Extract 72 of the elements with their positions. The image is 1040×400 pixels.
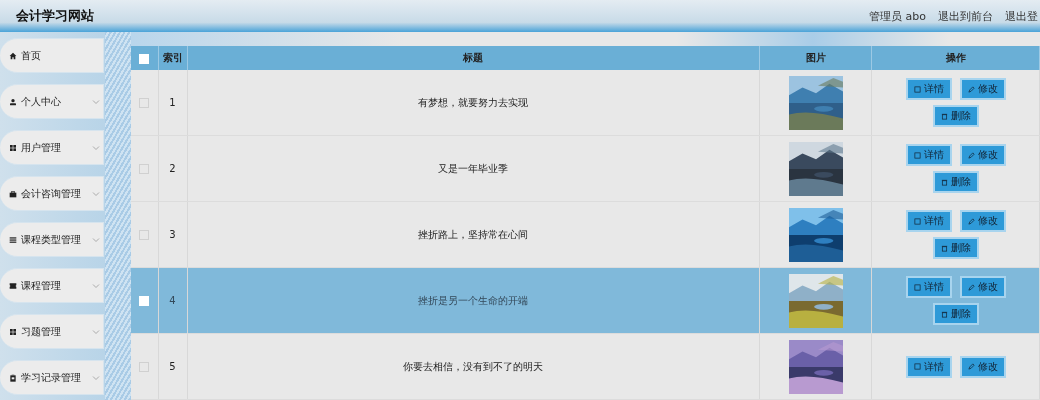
sidebar-item[interactable]: 课程管理 <box>0 268 104 303</box>
table-row[interactable]: 2 又是一年毕业季 详情 修改 删除 <box>131 135 1040 202</box>
action-button[interactable]: 修改 <box>959 210 1006 232</box>
table-row[interactable]: 3 挫折路上，坚持常在心间 详情 修改 删除 <box>131 201 1040 268</box>
pen-icon <box>967 283 975 291</box>
table-cell: 挫折路上，坚持常在心间 <box>187 201 760 268</box>
table-cell: 4 <box>158 267 187 334</box>
column-header: 操作 <box>871 46 1040 70</box>
trash-icon <box>940 310 948 318</box>
row-checkbox[interactable] <box>139 362 150 372</box>
action-button[interactable]: 删除 <box>932 105 979 127</box>
sidebar-item[interactable]: 首页 <box>0 38 104 73</box>
table-cell: 2 <box>158 135 187 202</box>
sidebar-item[interactable]: 学习记录管理 <box>0 360 104 395</box>
action-button[interactable]: 修改 <box>959 355 1006 378</box>
user-icon <box>9 97 17 106</box>
header-link[interactable]: 退出登 <box>1005 8 1038 24</box>
pen-icon <box>967 85 975 93</box>
action-button[interactable]: 详情 <box>905 210 952 232</box>
select-all-checkbox[interactable] <box>139 53 150 64</box>
list-icon <box>9 235 17 244</box>
table-cell: 5 <box>158 333 187 400</box>
column-header: 索引 <box>158 46 187 70</box>
sidebar-item[interactable]: 课程类型管理 <box>0 222 104 257</box>
trash-icon <box>940 112 948 120</box>
header-link[interactable]: 退出到前台 <box>938 8 993 24</box>
action-button[interactable]: 修改 <box>959 78 1006 100</box>
row-checkbox[interactable] <box>139 164 150 174</box>
document-icon <box>913 363 921 370</box>
document-icon <box>913 151 921 159</box>
clipboard-icon <box>9 373 17 382</box>
table-cell: 挫折是另一个生命的开端 <box>187 267 760 334</box>
grid-icon <box>9 143 17 152</box>
table-cell: 1 <box>158 70 187 136</box>
pen-icon <box>967 217 975 225</box>
action-button[interactable]: 详情 <box>905 276 952 298</box>
table-cell: 又是一年毕业季 <box>187 135 760 202</box>
table-cell: 你要去相信，没有到不了的明天 <box>187 333 760 400</box>
action-button[interactable]: 删除 <box>932 303 979 325</box>
trash-icon <box>940 178 948 186</box>
site-title: 会计学习网站 <box>16 7 94 25</box>
sidebar-item[interactable]: 会计咨询管理 <box>0 176 104 211</box>
pen-icon <box>967 363 975 370</box>
table-row[interactable]: 1 有梦想，就要努力去实现 详情 修改 删除 <box>131 70 1040 136</box>
table-cell: 有梦想，就要努力去实现 <box>187 70 760 136</box>
row-checkbox[interactable] <box>139 98 150 108</box>
document-icon <box>913 283 921 291</box>
row-checkbox[interactable] <box>139 230 150 240</box>
ticket-icon <box>9 281 17 290</box>
table-cell: 3 <box>158 201 187 268</box>
action-button[interactable]: 删除 <box>932 237 979 259</box>
document-icon <box>913 217 921 225</box>
table-row[interactable]: 5 你要去相信，没有到不了的明天 详情 修改 <box>131 333 1040 400</box>
action-button[interactable]: 删除 <box>932 171 979 193</box>
column-header: 标题 <box>187 46 760 70</box>
sidebar-item[interactable]: 习题管理 <box>0 314 104 349</box>
action-button[interactable]: 详情 <box>905 355 952 378</box>
briefcase-icon <box>9 189 17 198</box>
document-icon <box>913 85 921 93</box>
action-button[interactable]: 修改 <box>959 276 1006 298</box>
table-row[interactable]: 4 挫折是另一个生命的开端 详情 修改 删除 <box>131 267 1040 334</box>
action-button[interactable]: 详情 <box>905 144 952 166</box>
sidebar-item[interactable]: 用户管理 <box>0 130 104 165</box>
action-button[interactable]: 修改 <box>959 144 1006 166</box>
sidebar-item[interactable]: 个人中心 <box>0 84 104 119</box>
column-header: 图片 <box>759 46 872 70</box>
pen-icon <box>967 151 975 159</box>
header-link[interactable]: 管理员 abo <box>869 8 926 24</box>
grid-icon <box>9 327 17 336</box>
action-button[interactable]: 详情 <box>905 78 952 100</box>
home-icon <box>9 51 17 60</box>
trash-icon <box>940 244 948 252</box>
